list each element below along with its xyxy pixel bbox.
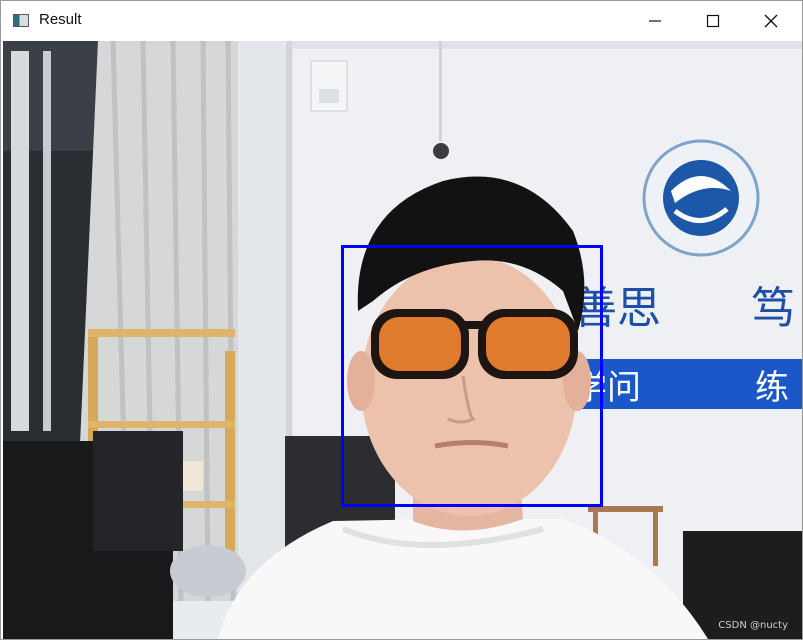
title-bar[interactable]: Result — [1, 1, 802, 41]
minimize-button[interactable] — [627, 1, 685, 41]
minimize-icon — [649, 20, 661, 22]
window-title: Result — [39, 11, 82, 28]
maximize-button[interactable] — [685, 1, 743, 41]
watermark-text: CSDN @nucty — [718, 620, 788, 631]
banner-text-right: 练 — [755, 368, 789, 408]
face-detection-box — [341, 245, 603, 507]
result-window: Result 学问 练 善思 笃 CSDN @nucty — [0, 0, 803, 640]
app-icon — [13, 14, 29, 27]
wall-slogan-text-right: 笃 — [751, 283, 795, 334]
camera-frame: 学问 练 善思 笃 CSDN @nucty — [3, 41, 802, 639]
close-icon — [764, 14, 778, 28]
close-button[interactable] — [743, 1, 801, 41]
maximize-icon — [706, 14, 720, 28]
